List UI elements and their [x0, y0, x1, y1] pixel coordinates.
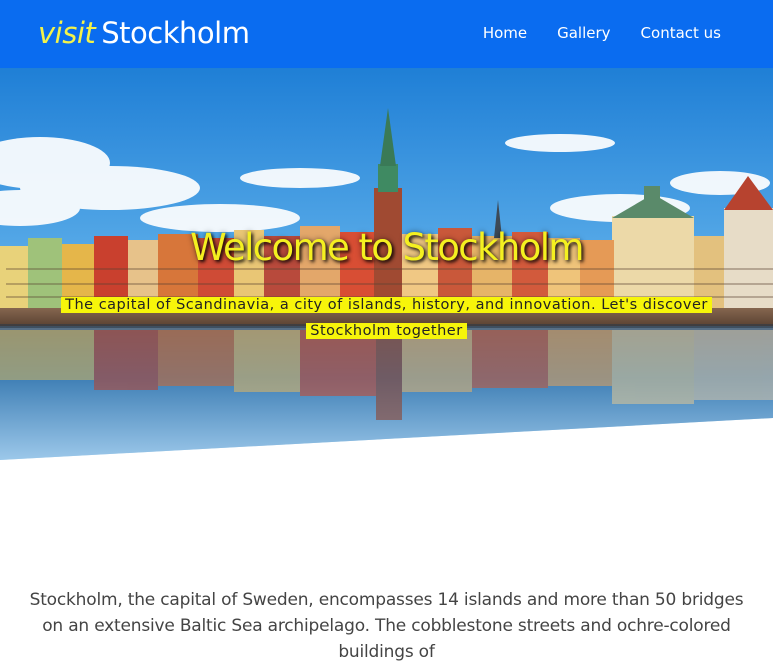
navbar: visit Stockholm Home Gallery Contact us	[0, 0, 773, 68]
brand-logo[interactable]: visit Stockholm	[38, 13, 250, 53]
hero-subtitle: The capital of Scandinavia, a city of is…	[60, 292, 713, 344]
hero-title: Welcome to Stockholm	[190, 226, 584, 269]
intro-paragraph: Stockholm, the capital of Sweden, encomp…	[29, 590, 744, 662]
nav-contact-link[interactable]: Contact us	[641, 22, 721, 44]
hero-subtitle-text: The capital of Scandinavia, a city of is…	[61, 297, 712, 339]
nav-home-link[interactable]: Home	[483, 22, 527, 44]
brand-name: Stockholm	[101, 16, 250, 50]
hero-banner: Welcome to Stockholm The capital of Scan…	[0, 68, 773, 460]
brand-accent: visit	[38, 16, 96, 50]
nav-links: Home Gallery Contact us	[483, 22, 721, 44]
nav-gallery-link[interactable]: Gallery	[557, 22, 610, 44]
